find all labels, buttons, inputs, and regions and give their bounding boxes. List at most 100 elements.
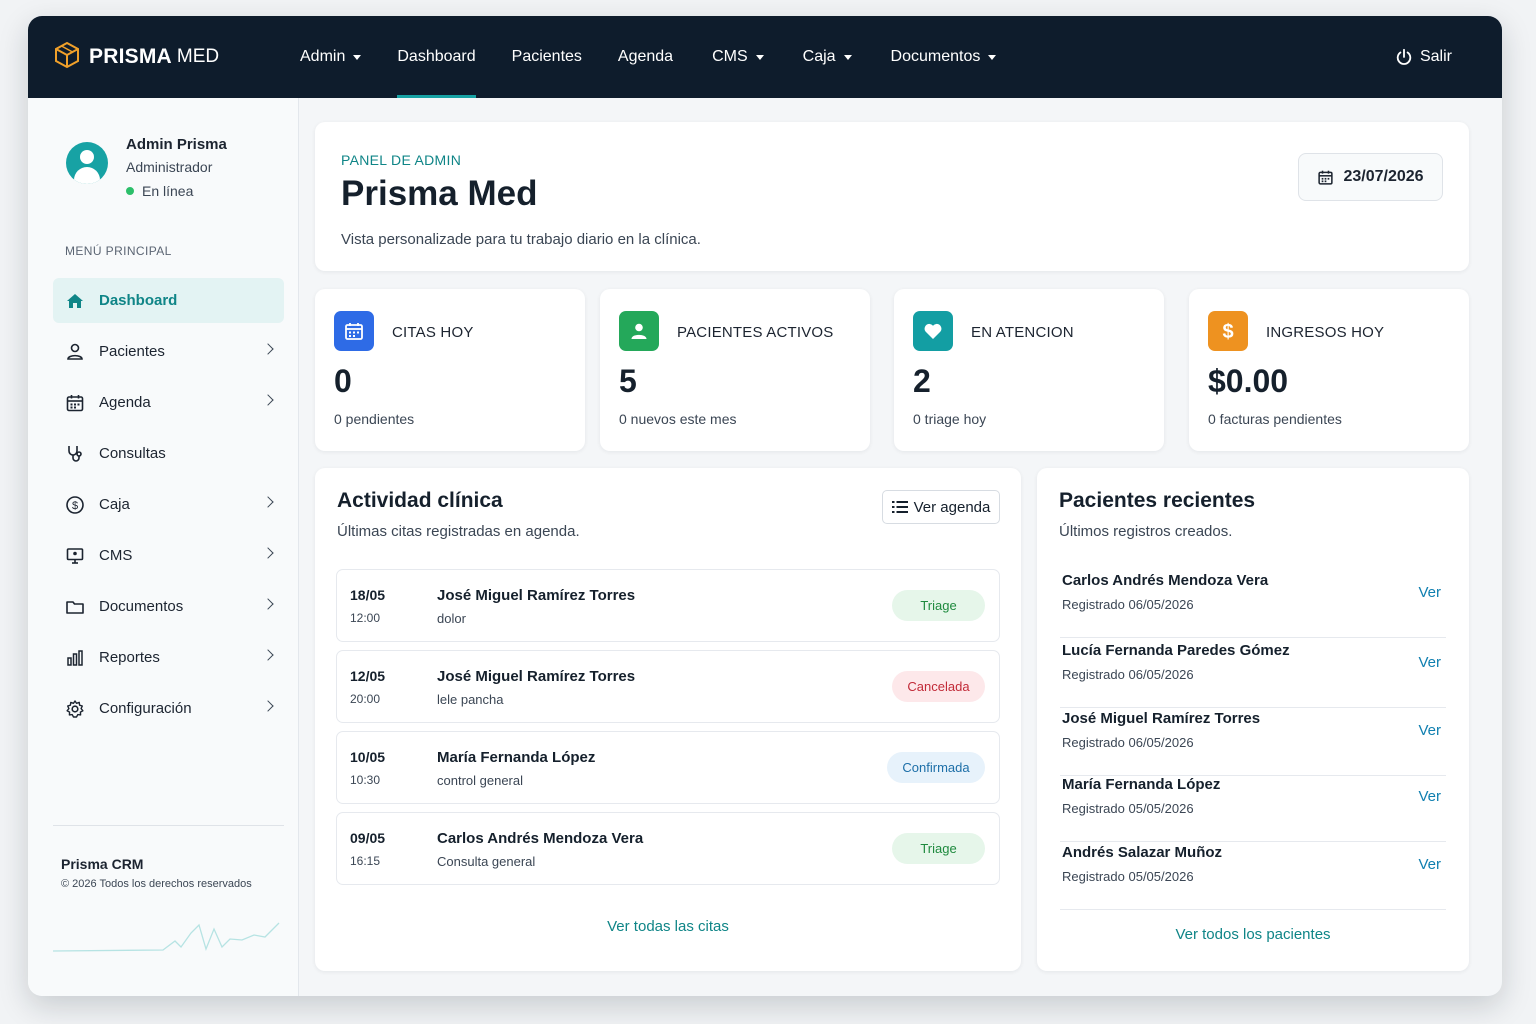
appointment-row[interactable]: 10/05 10:30 María Fernanda López control… — [336, 731, 1000, 804]
sidebar: Admin Prisma Administrador En línea MENÚ… — [28, 98, 299, 996]
stat-value: 2 — [913, 363, 931, 399]
appointment-date: 09/05 — [350, 830, 386, 846]
profile-role: Administrador — [126, 159, 213, 175]
view-agenda-button[interactable]: Ver agenda — [882, 490, 1000, 524]
section-subtitle: Últimas citas registradas en agenda. — [337, 523, 580, 540]
section-subtitle: Últimos registros creados. — [1059, 523, 1233, 540]
footer-title: Prisma CRM — [61, 856, 144, 872]
calendar-icon — [334, 311, 374, 351]
registration-date: Registrado 06/05/2026 — [1062, 735, 1194, 750]
chevron-right-icon — [262, 700, 274, 712]
nav-item-caja[interactable]: Caja — [803, 16, 852, 98]
status-dot — [126, 187, 134, 195]
view-patient-link[interactable]: Ver — [1418, 788, 1441, 805]
monitor-icon — [66, 547, 84, 564]
registration-date: Registrado 05/05/2026 — [1062, 869, 1194, 884]
sidebar-item-label: Pacientes — [99, 343, 165, 360]
appointment-row[interactable]: 18/05 12:00 José Miguel Ramírez Torres d… — [336, 569, 1000, 642]
sidebar-item-configuracion[interactable]: Configuración — [53, 686, 284, 731]
patient-list-item: Carlos Andrés Mendoza Vera Registrado 06… — [1060, 570, 1446, 638]
stat-subtext: 0 facturas pendientes — [1208, 411, 1342, 427]
stat-label: CITAS HOY — [392, 324, 474, 341]
button-label: Ver agenda — [913, 498, 991, 516]
patient-name: Lucía Fernanda Paredes Gómez — [1062, 642, 1290, 659]
patient-list-item: Andrés Salazar Muñoz Registrado 05/05/20… — [1060, 842, 1446, 910]
appointment-row[interactable]: 09/05 16:15 Carlos Andrés Mendoza Vera C… — [336, 812, 1000, 885]
view-patient-link[interactable]: Ver — [1418, 722, 1441, 739]
activity-panel: Actividad clínica Últimas citas registra… — [315, 468, 1021, 971]
status-badge: Triage — [892, 833, 985, 864]
appointment-reason: lele pancha — [437, 692, 504, 707]
logout-button[interactable]: Salir — [1395, 16, 1452, 98]
sidebar-item-cms[interactable]: CMS — [53, 533, 284, 578]
nav-label: Pacientes — [511, 48, 582, 65]
sidebar-item-dashboard[interactable]: Dashboard — [53, 278, 284, 323]
patient-name: Carlos Andrés Mendoza Vera — [437, 830, 644, 847]
stat-card-atencion[interactable]: EN ATENCION 2 0 triage hoy — [894, 289, 1164, 451]
nav-item-cms[interactable]: CMS — [712, 16, 764, 98]
patient-name: José Miguel Ramírez Torres — [437, 668, 636, 685]
date-picker[interactable]: 23/07/2026 — [1298, 153, 1443, 201]
section-title: Actividad clínica — [337, 489, 503, 512]
nav-label: Caja — [802, 48, 836, 65]
sidebar-item-consultas[interactable]: Consultas — [53, 431, 284, 476]
date-value: 23/07/2026 — [1343, 168, 1424, 185]
patient-list-item: Lucía Fernanda Paredes Gómez Registrado … — [1060, 640, 1446, 708]
sidebar-item-pacientes[interactable]: Pacientes — [53, 329, 284, 374]
calendar-icon — [66, 394, 84, 411]
bar-chart-icon — [67, 649, 83, 666]
sidebar-item-label: Dashboard — [99, 292, 178, 309]
stat-card-citas[interactable]: CITAS HOY 0 0 pendientes — [315, 289, 585, 451]
nav-item-pacientes[interactable]: Pacientes — [512, 16, 582, 98]
sidebar-item-reportes[interactable]: Reportes — [53, 635, 284, 680]
panel-kicker: PANEL DE ADMIN — [341, 152, 462, 168]
appointment-reason: Consulta general — [437, 854, 536, 869]
view-all-appointments-link[interactable]: Ver todas las citas — [315, 918, 1021, 935]
sidebar-item-documentos[interactable]: Documentos — [53, 584, 284, 629]
nav-item-admin[interactable]: Admin — [300, 16, 362, 98]
nav-item-dashboard[interactable]: Dashboard — [397, 16, 476, 98]
chevron-right-icon — [262, 496, 274, 508]
appointment-time: 16:15 — [350, 854, 381, 868]
view-patient-link[interactable]: Ver — [1418, 856, 1441, 873]
page-subtitle: Vista personalizade para tu trabajo diar… — [341, 231, 701, 248]
registration-date: Registrado 05/05/2026 — [1062, 801, 1194, 816]
nav-item-documentos[interactable]: Documentos — [891, 16, 997, 98]
section-title: Pacientes recientes — [1059, 489, 1256, 512]
appointment-date: 10/05 — [350, 749, 386, 765]
patient-name: José Miguel Ramírez Torres — [1062, 710, 1261, 727]
heartbeat-decoration-icon — [53, 922, 280, 952]
appointment-row[interactable]: 12/05 20:00 José Miguel Ramírez Torres l… — [336, 650, 1000, 723]
app-window: PRISMA MED Admin Dashboard Pacientes Age… — [28, 16, 1502, 996]
sidebar-item-label: Caja — [99, 496, 130, 513]
sidebar-item-label: Configuración — [99, 700, 192, 717]
chevron-right-icon — [262, 547, 274, 559]
sidebar-item-caja[interactable]: $ Caja — [53, 482, 284, 527]
folder-icon — [66, 600, 84, 614]
status-label: En línea — [142, 183, 194, 199]
stat-card-pacientes[interactable]: PACIENTES ACTIVOS 5 0 nuevos este mes — [600, 289, 870, 451]
brand[interactable]: PRISMA MED — [54, 41, 274, 74]
menu-section-title: MENÚ PRINCIPAL — [65, 244, 172, 258]
patient-name: Carlos Andrés Mendoza Vera — [1062, 572, 1269, 589]
nav-menu: Admin Dashboard Pacientes Agenda CMS Caj… — [300, 16, 1032, 98]
view-all-patients-link[interactable]: Ver todos los pacientes — [1037, 926, 1469, 943]
profile-name: Admin Prisma — [126, 136, 227, 153]
stat-subtext: 0 triage hoy — [913, 411, 987, 427]
stat-subtext: 0 nuevos este mes — [619, 411, 737, 427]
nav-item-agenda[interactable]: Agenda — [618, 16, 673, 98]
view-patient-link[interactable]: Ver — [1418, 654, 1441, 671]
nav-label: Agenda — [617, 48, 674, 65]
status-badge: Confirmada — [887, 752, 985, 783]
caret-down-icon — [843, 54, 852, 60]
stethoscope-icon — [68, 445, 82, 462]
chevron-right-icon — [262, 343, 274, 355]
stat-card-ingresos[interactable]: $ INGRESOS HOY $0.00 0 facturas pendient… — [1189, 289, 1469, 451]
stat-label: PACIENTES ACTIVOS — [677, 324, 834, 341]
appointment-date: 18/05 — [350, 587, 386, 603]
caret-down-icon — [353, 54, 362, 60]
view-patient-link[interactable]: Ver — [1418, 584, 1441, 601]
footer-copyright: © 2026 Todos los derechos reservados — [61, 878, 252, 890]
svg-text:$: $ — [72, 500, 78, 512]
sidebar-item-agenda[interactable]: Agenda — [53, 380, 284, 425]
